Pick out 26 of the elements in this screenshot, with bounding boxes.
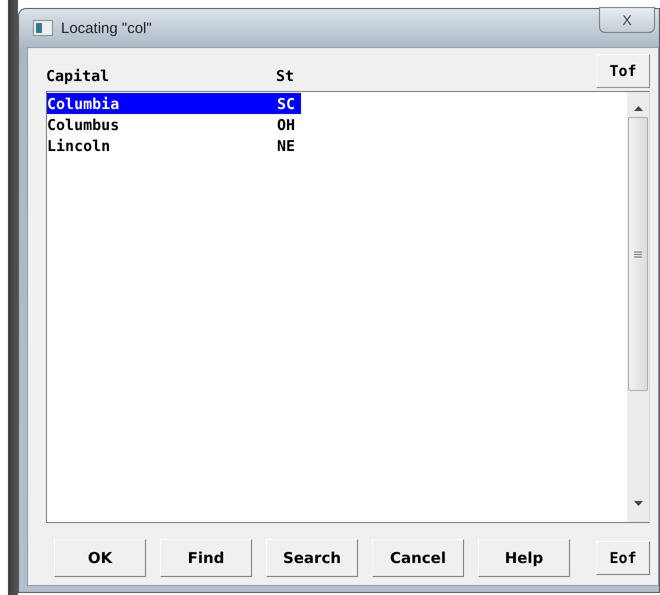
close-button[interactable]: X: [599, 7, 655, 33]
dialog-button[interactable]: Find: [160, 539, 252, 577]
dialog-button[interactable]: Search: [266, 539, 358, 577]
end-button[interactable]: Eof: [596, 541, 650, 575]
scroll-thumb[interactable]: [628, 117, 648, 391]
capital-text: Lincoln: [47, 136, 112, 154]
state-text: SC: [277, 94, 296, 112]
up-arrow-icon[interactable]: [634, 106, 642, 111]
scrollbar[interactable]: [627, 92, 649, 522]
list-row[interactable]: Columbia SC: [47, 93, 301, 114]
dialog-button[interactable]: Cancel: [372, 539, 464, 577]
dialog-button[interactable]: Help: [478, 539, 570, 577]
column-header: St: [276, 67, 296, 87]
top-button[interactable]: Tof: [596, 54, 650, 88]
column-header: Capital: [46, 67, 110, 87]
state-text: NE: [277, 136, 296, 154]
list-row[interactable]: Columbus OH: [47, 114, 301, 135]
state-text: OH: [277, 116, 296, 134]
grip-icon: [634, 250, 642, 258]
list-row[interactable]: Lincoln NE: [47, 135, 301, 156]
capital-text: Columbus: [47, 116, 120, 134]
capital-text: Columbia: [47, 94, 120, 112]
down-arrow-icon[interactable]: [634, 501, 642, 506]
window-title: Locating "col": [61, 20, 152, 36]
dialog-button[interactable]: OK: [54, 539, 146, 577]
app-icon: [33, 20, 53, 36]
